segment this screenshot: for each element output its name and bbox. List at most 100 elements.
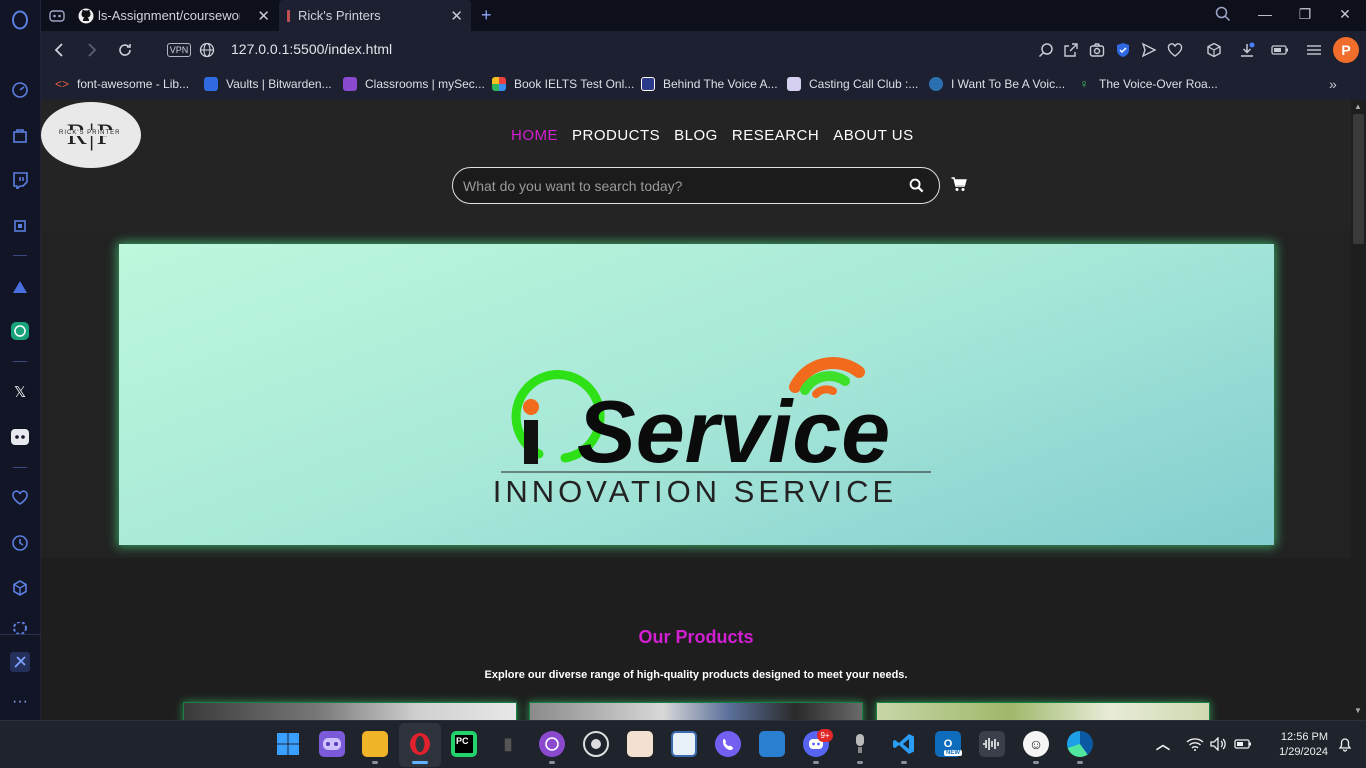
microphone-app-icon[interactable]	[847, 731, 873, 757]
bookmark-item[interactable]: Book IELTS Test Onl...	[492, 75, 634, 93]
nav-home[interactable]: HOME	[511, 127, 558, 144]
vscode-icon[interactable]	[891, 731, 917, 757]
notification-bell-icon[interactable]	[1332, 731, 1358, 757]
running-indicator	[1077, 761, 1083, 764]
minimize-button[interactable]: —	[1255, 6, 1275, 26]
bitwarden-shield-icon[interactable]	[1114, 41, 1132, 59]
bookmark-item[interactable]: ♀ The Voice-Over Roa...	[1077, 75, 1218, 93]
nav-blog[interactable]: BLOG	[674, 127, 718, 144]
audio-editor-icon[interactable]	[979, 731, 1005, 757]
share-icon[interactable]	[1062, 41, 1080, 59]
settings-icon[interactable]	[9, 622, 31, 634]
scroll-down-arrow-icon[interactable]: ▼	[1354, 706, 1362, 715]
voice-actors-icon	[641, 77, 655, 91]
bookmark-item[interactable]: Classrooms | mySec...	[343, 75, 485, 93]
speed-dial-icon[interactable]	[9, 79, 31, 101]
forward-button[interactable]	[82, 40, 102, 60]
bookmark-item[interactable]: Vaults | Bitwarden...	[204, 75, 332, 93]
shopping-cart-icon[interactable]	[951, 177, 967, 193]
aria-icon[interactable]	[9, 276, 31, 298]
pycharm-icon[interactable]: PC	[451, 731, 477, 757]
page-scrollbar[interactable]: ▲ ▼	[1351, 100, 1366, 720]
nav-research[interactable]: RESEARCH	[732, 127, 819, 144]
discord-icon[interactable]	[9, 426, 31, 448]
product-card[interactable]	[529, 702, 863, 720]
volume-icon[interactable]	[1206, 731, 1232, 757]
chip-icon[interactable]	[9, 215, 31, 237]
search-icon[interactable]	[909, 178, 925, 194]
scroll-up-arrow-icon[interactable]: ▲	[1354, 102, 1362, 111]
history-icon[interactable]	[9, 532, 31, 554]
more-icon[interactable]: ···	[9, 691, 31, 713]
new-tab-button[interactable]: +	[481, 0, 497, 31]
globe-icon[interactable]	[197, 40, 217, 60]
windows-start-icon[interactable]	[275, 731, 301, 757]
easy-setup-menu-icon[interactable]	[1305, 41, 1323, 59]
system-clock[interactable]: 12:56 PM 1/29/2024	[1262, 730, 1328, 760]
maximize-button[interactable]: ❐	[1295, 6, 1315, 26]
github-icon	[78, 8, 94, 24]
github-desktop-icon[interactable]	[539, 731, 565, 757]
chevron-up-icon[interactable]: ︿	[1150, 731, 1176, 757]
page-search-icon[interactable]	[1037, 41, 1055, 59]
favorite-heart-icon[interactable]	[1166, 41, 1184, 59]
search-input[interactable]	[463, 176, 883, 196]
profile-avatar[interactable]: P	[1333, 37, 1359, 63]
nav-about-us[interactable]: ABOUT US	[833, 127, 913, 144]
site-logo[interactable]: R|P RICK'S PRINTER	[41, 102, 141, 168]
close-window-button[interactable]: ✕	[1335, 6, 1355, 26]
search-tabs-icon[interactable]	[1215, 6, 1235, 26]
bookmark-item[interactable]: <> font-awesome - Lib...	[55, 75, 189, 93]
game-app-icon[interactable]	[319, 731, 345, 757]
snapshot-camera-icon[interactable]	[1088, 41, 1106, 59]
tab-github[interactable]: ls-Assignment/coursework/ ✕	[78, 0, 278, 31]
product-card[interactable]	[183, 702, 517, 720]
obs-studio-icon[interactable]	[583, 731, 609, 757]
tab-label: Rick's Printers	[298, 8, 381, 23]
nav-products[interactable]: PRODUCTS	[572, 127, 660, 144]
bookmark-item[interactable]: Behind The Voice A...	[641, 75, 778, 93]
close-tab-icon[interactable]: ✕	[450, 7, 463, 25]
wifi-icon[interactable]	[1182, 731, 1208, 757]
heart-icon[interactable]	[9, 487, 31, 509]
shopping-icon[interactable]	[9, 124, 31, 146]
close-tab-icon[interactable]: ✕	[257, 7, 270, 25]
opera-browser-icon[interactable]	[407, 731, 433, 757]
reload-button[interactable]	[115, 40, 135, 60]
bookmark-label: Casting Call Club :...	[809, 77, 919, 91]
downloads-icon[interactable]	[1238, 41, 1256, 59]
running-indicator	[901, 761, 907, 764]
opera-logo-icon[interactable]	[9, 9, 31, 31]
more-bookmarks-icon[interactable]: »	[1329, 75, 1337, 93]
virtualbox-icon[interactable]	[759, 731, 785, 757]
twitch-icon[interactable]	[9, 169, 31, 191]
emoji-app-icon[interactable]: ☺	[1023, 731, 1049, 757]
bookmark-item[interactable]: I Want To Be A Voic...	[929, 75, 1065, 93]
running-indicator	[1033, 761, 1039, 764]
send-icon[interactable]	[1140, 41, 1158, 59]
back-button[interactable]	[49, 40, 69, 60]
wordpress-icon	[929, 77, 943, 91]
file-explorer-icon[interactable]	[362, 731, 388, 757]
anime-app-icon[interactable]	[627, 731, 653, 757]
product-card[interactable]	[876, 702, 1210, 720]
extensions-icon[interactable]	[1205, 41, 1223, 59]
workspace-icon[interactable]	[49, 0, 71, 31]
pinned-tools-icon[interactable]	[9, 651, 31, 673]
mouse-app-icon[interactable]: ▮	[495, 731, 521, 757]
battery-saver-icon[interactable]	[1271, 41, 1289, 59]
tab-ricks-printers[interactable]: Rick's Printers ✕	[279, 0, 471, 31]
url-field[interactable]: 127.0.0.1:5500/index.html	[231, 41, 392, 57]
edge-browser-icon[interactable]	[1067, 731, 1093, 757]
vpn-badge[interactable]: VPN	[167, 43, 191, 57]
x-twitter-icon[interactable]: 𝕏	[9, 381, 31, 403]
chatgpt-icon[interactable]	[9, 320, 31, 342]
bookmark-item[interactable]: Casting Call Club :...	[787, 75, 918, 93]
window-app-icon[interactable]	[671, 731, 697, 757]
extensions-cube-icon[interactable]	[9, 577, 31, 599]
viber-icon[interactable]	[715, 731, 741, 757]
bookmark-label: I Want To Be A Voic...	[951, 77, 1066, 91]
scroll-thumb[interactable]	[1353, 114, 1364, 244]
battery-icon[interactable]	[1230, 731, 1256, 757]
site-header: R|P RICK'S PRINTER HOME PRODUCTS BLOG RE…	[41, 100, 1351, 231]
